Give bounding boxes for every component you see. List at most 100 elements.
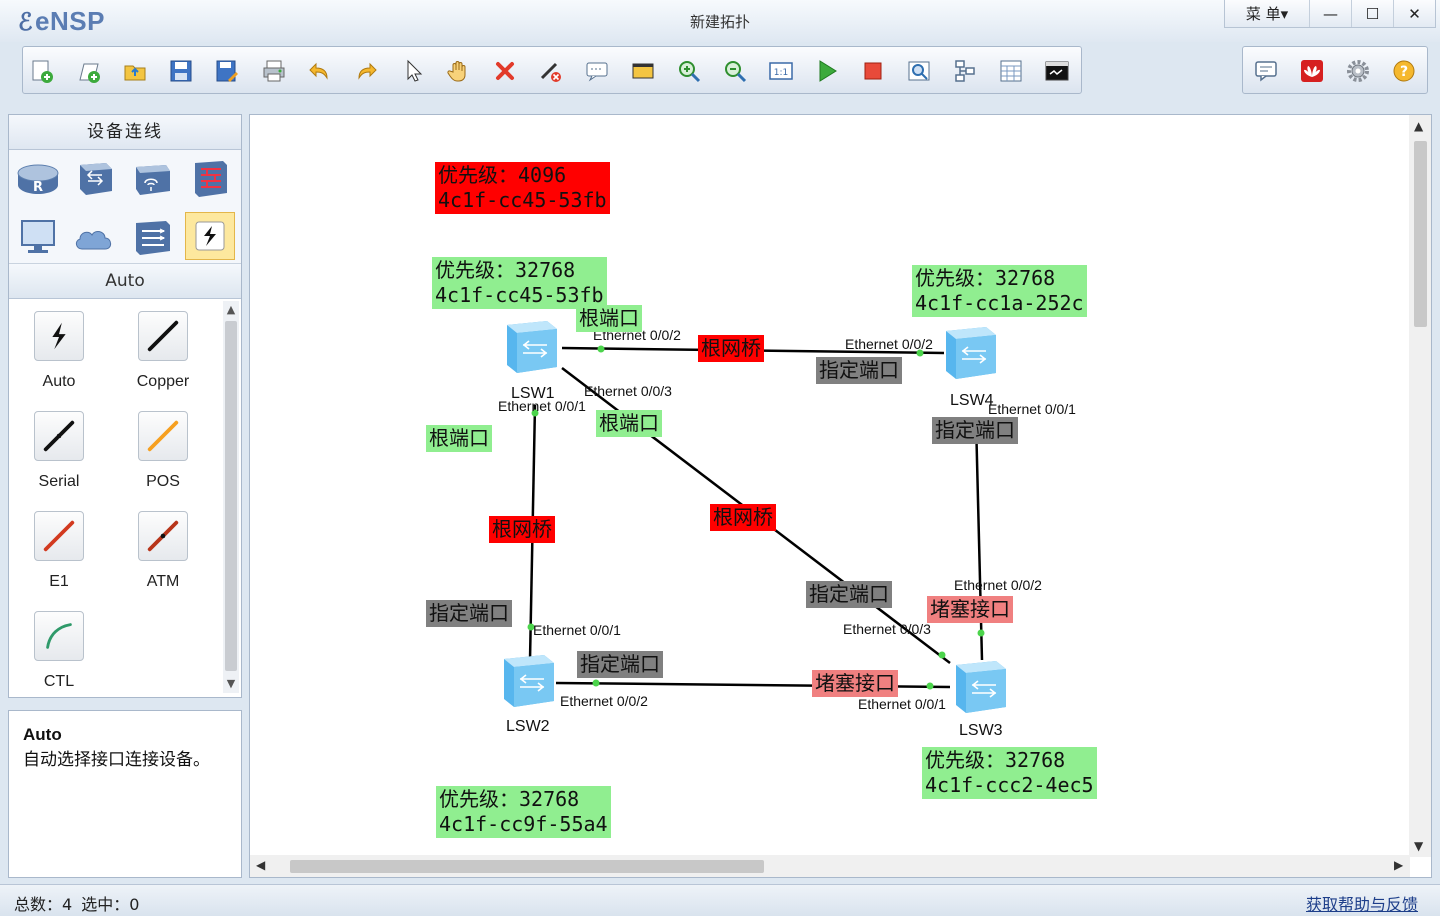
- root-bridge-label[interactable]: 根网桥: [698, 335, 764, 362]
- switch-icon[interactable]: [69, 155, 119, 203]
- title-bar: ℰeNSP 新建拓扑 菜 单▾ — ☐ ✕: [0, 0, 1440, 42]
- save-icon[interactable]: [167, 57, 195, 85]
- console-icon[interactable]: [1043, 57, 1071, 85]
- delete-icon[interactable]: [491, 57, 519, 85]
- serial-cable-icon: [43, 420, 75, 452]
- cable-copper[interactable]: Copper: [113, 311, 213, 391]
- start-device-icon[interactable]: [813, 57, 841, 85]
- designated-port-label[interactable]: 指定端口: [806, 581, 892, 608]
- link-lsw4-lsw3[interactable]: [974, 419, 984, 661]
- message-icon[interactable]: [1252, 57, 1280, 85]
- root-port-label[interactable]: 根端口: [426, 425, 492, 452]
- other-device-icon[interactable]: [127, 213, 177, 261]
- menu-button[interactable]: 菜 单▾: [1225, 0, 1309, 27]
- root-port-label[interactable]: 根端口: [596, 410, 662, 437]
- new-topology-icon[interactable]: [28, 57, 56, 85]
- cable-pos[interactable]: POS: [113, 411, 213, 491]
- maximize-button[interactable]: ☐: [1351, 0, 1393, 27]
- stop-device-icon[interactable]: [859, 57, 887, 85]
- root-bridge-label[interactable]: 根网桥: [710, 504, 776, 531]
- ctl-cable-icon: [46, 623, 72, 649]
- port-label: Ethernet 0/0/1: [988, 401, 1076, 417]
- scroll-up-arrow-icon[interactable]: ▲: [223, 301, 239, 319]
- settings-icon[interactable]: [1344, 57, 1372, 85]
- designated-port-label[interactable]: 指定端口: [577, 651, 663, 678]
- palette-scrollbar[interactable]: ▲ ▼: [223, 301, 239, 693]
- switch-lsw1-icon[interactable]: [507, 321, 557, 373]
- description-text: 自动选择接口连接设备。: [23, 750, 210, 770]
- scroll-right-arrow-icon[interactable]: ▶: [1394, 858, 1403, 872]
- cable-ctl[interactable]: CTL: [9, 611, 109, 691]
- save-as-icon[interactable]: [213, 57, 241, 85]
- vertical-scroll-thumb[interactable]: [1414, 141, 1427, 327]
- blocked-port-label[interactable]: 堵塞接口: [927, 596, 1013, 623]
- fit-view-icon[interactable]: 1:1: [767, 57, 795, 85]
- lsw1-priority-label[interactable]: 优先级：32768 4c1f-cc45-53fb: [432, 257, 607, 309]
- cable-label: Copper: [136, 373, 190, 390]
- firewall-icon[interactable]: [184, 155, 234, 203]
- port-label: Ethernet 0/0/1: [533, 622, 621, 638]
- help-feedback-link[interactable]: 获取帮助与反馈: [1306, 891, 1418, 915]
- cloud-icon[interactable]: [69, 213, 119, 261]
- minimize-button[interactable]: —: [1309, 0, 1351, 27]
- connection-icon[interactable]: [185, 212, 235, 260]
- add-text-icon[interactable]: [583, 57, 611, 85]
- capture-icon[interactable]: [905, 57, 933, 85]
- scroll-thumb[interactable]: [225, 321, 237, 671]
- device-name-lsw2: LSW2: [506, 718, 550, 735]
- huawei-icon[interactable]: [1298, 57, 1326, 85]
- pan-hand-icon[interactable]: [445, 57, 473, 85]
- horizontal-scroll-thumb[interactable]: [290, 860, 764, 873]
- open-icon[interactable]: [121, 57, 149, 85]
- redo-icon[interactable]: [352, 57, 380, 85]
- pc-icon[interactable]: [13, 213, 63, 261]
- grid-icon[interactable]: [997, 57, 1025, 85]
- print-icon[interactable]: [260, 57, 288, 85]
- topology-icon[interactable]: [951, 57, 979, 85]
- description-panel: Auto 自动选择接口连接设备。: [8, 710, 242, 878]
- scroll-up-arrow-icon[interactable]: ▲: [1414, 119, 1423, 133]
- port-label: Ethernet 0/0/3: [843, 621, 931, 637]
- topology-area[interactable]: LSW1 LSW4 LSW2 LSW3 Ethernet 0/0/2 Ether…: [250, 115, 1410, 857]
- switch-lsw4-icon[interactable]: [946, 327, 996, 379]
- designated-port-label[interactable]: 指定端口: [426, 600, 512, 627]
- cable-label: POS: [146, 473, 180, 490]
- scroll-down-arrow-icon[interactable]: ▼: [223, 675, 239, 693]
- root-port-label[interactable]: 根端口: [576, 305, 642, 332]
- lsw3-priority-label[interactable]: 优先级：32768 4c1f-ccc2-4ec5: [922, 747, 1097, 799]
- select-icon[interactable]: [399, 57, 427, 85]
- blocked-port-label[interactable]: 堵塞接口: [812, 670, 898, 697]
- add-shape-icon[interactable]: [629, 57, 657, 85]
- e1-cable-icon: [43, 520, 75, 552]
- status-counts: 总数：4 选中：0: [14, 895, 140, 914]
- svg-text:R: R: [33, 180, 43, 195]
- designated-port-label[interactable]: 指定端口: [932, 417, 1018, 444]
- router-icon[interactable]: R: [13, 155, 63, 203]
- cable-auto[interactable]: Auto: [9, 311, 109, 391]
- close-button[interactable]: ✕: [1393, 0, 1435, 27]
- root-bridge-priority-label[interactable]: 优先级：4096 4c1f-cc45-53fb: [435, 162, 610, 214]
- designated-port-label[interactable]: 指定端口: [816, 357, 902, 384]
- canvas-vertical-scrollbar[interactable]: ▲ ▼: [1409, 115, 1431, 857]
- new-blank-icon[interactable]: [75, 57, 103, 85]
- zoom-in-icon[interactable]: [675, 57, 703, 85]
- wlan-icon[interactable]: [127, 155, 177, 203]
- port-label: Ethernet 0/0/2: [845, 336, 933, 352]
- scroll-down-arrow-icon[interactable]: ▼: [1414, 839, 1423, 853]
- lsw2-priority-label[interactable]: 优先级：32768 4c1f-cc9f-55a4: [436, 786, 611, 838]
- help-icon[interactable]: ?: [1390, 57, 1418, 85]
- switch-lsw3-icon[interactable]: [956, 661, 1006, 713]
- root-bridge-label[interactable]: 根网桥: [489, 516, 555, 543]
- cable-atm[interactable]: ATM: [113, 511, 213, 591]
- delete-links-icon[interactable]: [537, 57, 565, 85]
- cable-serial[interactable]: Serial: [9, 411, 109, 491]
- cable-e1[interactable]: E1: [9, 511, 109, 591]
- switch-lsw2-icon[interactable]: [504, 655, 554, 707]
- scroll-left-arrow-icon[interactable]: ◀: [256, 858, 265, 872]
- topology-canvas[interactable]: LSW1 LSW4 LSW2 LSW3 Ethernet 0/0/2 Ether…: [249, 114, 1432, 878]
- svg-text:1:1: 1:1: [774, 68, 788, 78]
- zoom-out-icon[interactable]: [721, 57, 749, 85]
- canvas-horizontal-scrollbar[interactable]: ◀ ▶: [250, 855, 1410, 877]
- undo-icon[interactable]: [306, 57, 334, 85]
- lsw4-priority-label[interactable]: 优先级：32768 4c1f-cc1a-252c: [912, 265, 1087, 317]
